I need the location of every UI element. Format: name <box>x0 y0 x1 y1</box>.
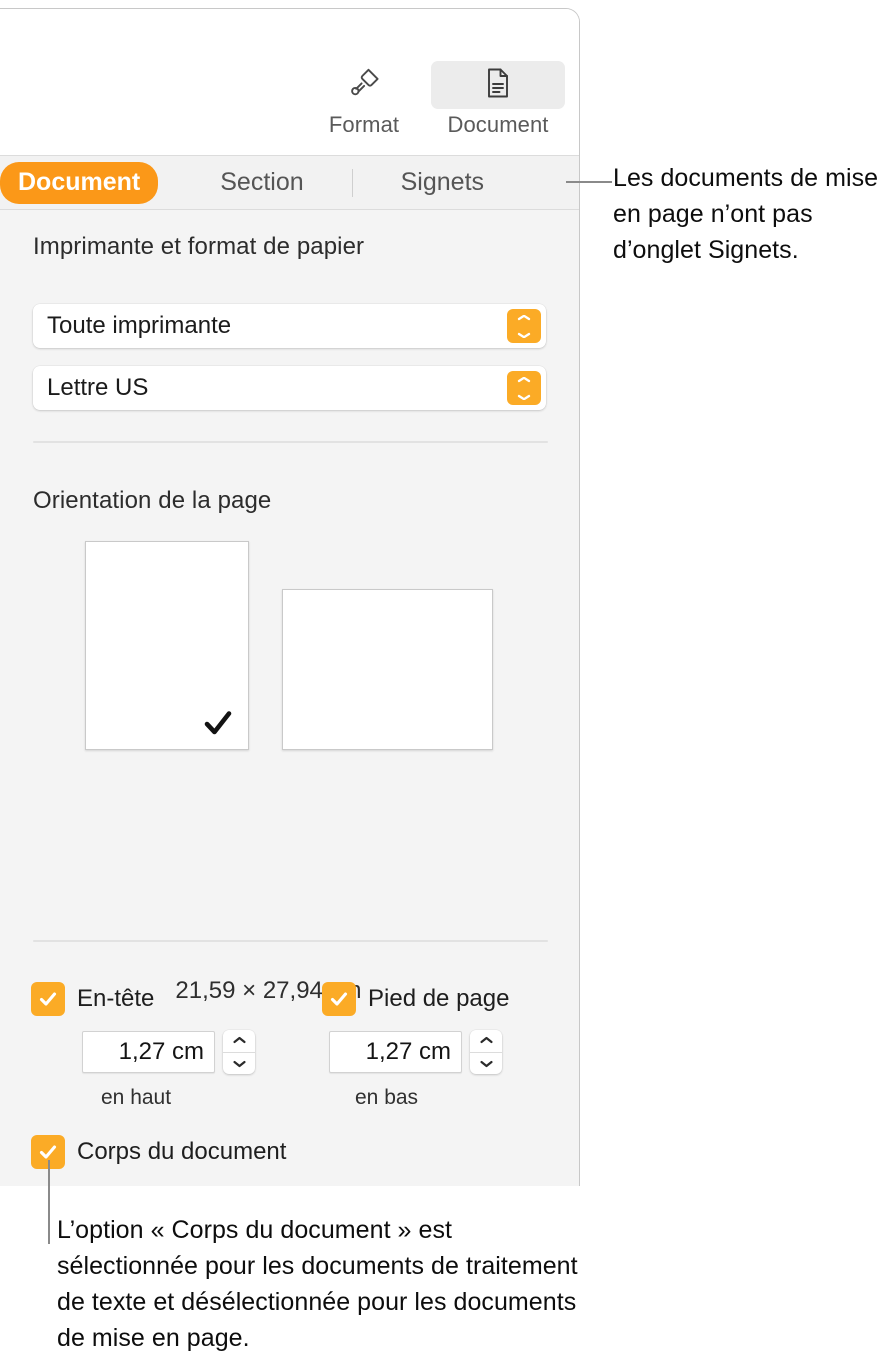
stepper-up-icon[interactable] <box>470 1030 502 1053</box>
chevron-updown-icon <box>507 309 541 343</box>
inspector-tabbar: Document Section Signets <box>0 155 579 210</box>
inspector-toolbar: Format Document <box>0 9 579 155</box>
header-checkbox[interactable] <box>31 982 65 1016</box>
stepper-down-icon[interactable] <box>470 1053 502 1075</box>
document-inspector-panel: Format Document Document Section Signets… <box>0 8 580 1186</box>
footer-margin-sublabel: en bas <box>355 1086 419 1109</box>
inspector-body: Imprimante et format de papier Toute imp… <box>0 210 579 1186</box>
tab-section[interactable]: Section <box>202 162 321 204</box>
body-checkbox-label: Corps du document <box>77 1138 287 1165</box>
printer-select[interactable]: Toute imprimante <box>33 304 546 348</box>
document-tool-button[interactable]: Document <box>431 61 565 139</box>
callout-leader-line-body <box>48 1160 50 1244</box>
orientation-portrait-option[interactable] <box>85 541 249 750</box>
tab-separator <box>351 168 353 197</box>
callout-leader-line-signets <box>566 181 612 183</box>
stepper-up-icon[interactable] <box>223 1030 255 1053</box>
header-margin-sublabel: en haut <box>101 1086 172 1109</box>
section-divider-1 <box>33 441 548 443</box>
printer-section-title: Imprimante et format de papier <box>33 233 365 260</box>
format-tool-label: Format <box>328 112 400 137</box>
document-tool-label: Document <box>447 112 549 137</box>
checkmark-icon <box>39 992 57 1006</box>
tab-document[interactable]: Document <box>0 161 159 204</box>
section-divider-2 <box>33 940 548 942</box>
document-page-icon <box>479 64 517 107</box>
tab-signets[interactable]: Signets <box>383 162 502 204</box>
format-icon-box <box>297 61 431 109</box>
orientation-section-title: Orientation de la page <box>33 487 272 514</box>
footer-checkbox-label: Pied de page <box>368 985 510 1012</box>
document-icon-box <box>431 61 565 109</box>
callout-text-signets: Les documents de mise en page n’ont pas … <box>613 164 879 264</box>
footer-checkbox[interactable] <box>322 982 356 1016</box>
paper-size-select[interactable]: Lettre US <box>33 366 546 410</box>
format-tool-button[interactable]: Format <box>297 61 431 139</box>
stepper-down-icon[interactable] <box>223 1053 255 1075</box>
screenshot-root: Format Document Document Section Signets… <box>0 0 894 1362</box>
paintbrush-icon <box>344 63 384 108</box>
printer-select-value: Toute imprimante <box>47 312 232 339</box>
header-checkbox-label: En-tête <box>77 985 155 1012</box>
chevron-updown-icon <box>507 371 541 405</box>
checkmark-icon <box>198 703 238 743</box>
checkmark-icon <box>330 992 348 1006</box>
footer-margin-field[interactable]: 1,27 cm <box>329 1031 462 1073</box>
orientation-landscape-option[interactable] <box>282 589 493 750</box>
footer-margin-stepper[interactable] <box>470 1030 502 1074</box>
callout-text-body: L’option « Corps du document » est sélec… <box>57 1216 578 1352</box>
inspector-tool-group: Format Document <box>297 61 565 139</box>
paper-size-select-value: Lettre US <box>47 374 149 401</box>
header-margin-stepper[interactable] <box>223 1030 255 1074</box>
header-margin-field[interactable]: 1,27 cm <box>82 1031 215 1073</box>
